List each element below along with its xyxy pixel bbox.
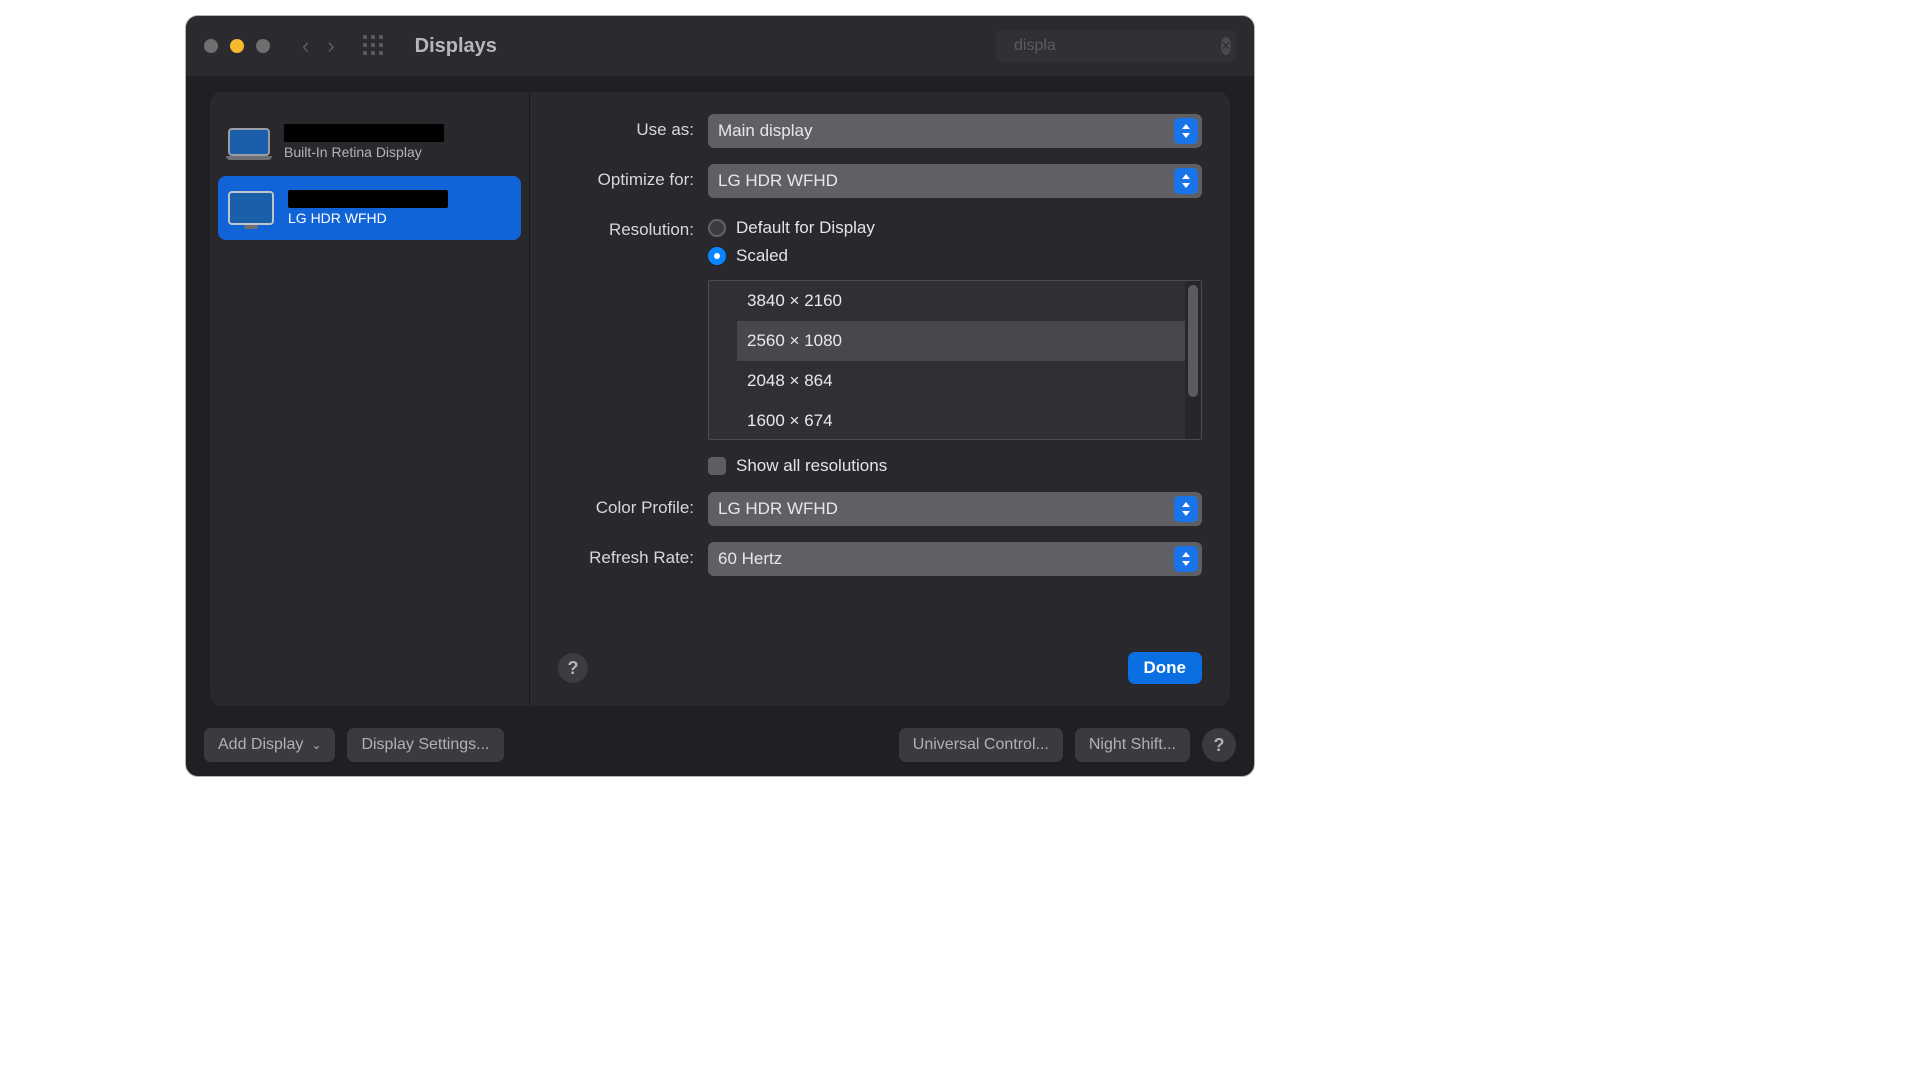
chevron-down-icon: ⌄ xyxy=(311,738,321,752)
optimize-for-value: LG HDR WFHD xyxy=(718,171,838,191)
scroll-thumb[interactable] xyxy=(1188,285,1198,397)
close-window-button[interactable] xyxy=(204,39,218,53)
resolution-option[interactable]: 2560 × 1080 xyxy=(737,321,1185,361)
pane-title: Displays xyxy=(415,35,497,58)
sidebar-display-external[interactable]: LG HDR WFHD xyxy=(218,176,521,240)
search-input[interactable] xyxy=(1014,37,1221,55)
display-subtitle: LG HDR WFHD xyxy=(288,210,448,226)
refresh-rate-label: Refresh Rate: xyxy=(558,542,708,568)
done-button[interactable]: Done xyxy=(1128,652,1203,684)
history-nav: ‹ › xyxy=(302,33,335,59)
resolution-label: Resolution: xyxy=(558,214,708,240)
redacted-name xyxy=(288,190,448,208)
use-as-label: Use as: xyxy=(558,114,708,140)
resolution-default-radio[interactable]: Default for Display xyxy=(708,214,1202,242)
display-settings-button[interactable]: Display Settings... xyxy=(347,728,503,762)
chevron-updown-icon xyxy=(1174,168,1198,194)
clear-search-icon[interactable]: ✕ xyxy=(1221,37,1231,55)
search-field[interactable]: ✕ xyxy=(996,30,1236,62)
chevron-updown-icon xyxy=(1174,496,1198,522)
fullscreen-window-button[interactable] xyxy=(256,39,270,53)
night-shift-button[interactable]: Night Shift... xyxy=(1075,728,1190,762)
scaled-resolution-list: 3840 × 2160 2560 × 1080 2048 × 864 1600 … xyxy=(708,280,1202,440)
window-help-button[interactable]: ? xyxy=(1202,728,1236,762)
show-all-resolutions-label: Show all resolutions xyxy=(736,456,887,476)
back-button[interactable]: ‹ xyxy=(302,33,309,59)
resolution-option[interactable]: 2048 × 864 xyxy=(737,361,1185,401)
chevron-updown-icon xyxy=(1174,118,1198,144)
resolution-scaled-radio[interactable]: Scaled xyxy=(708,242,1202,270)
optimize-for-label: Optimize for: xyxy=(558,164,708,190)
add-display-button[interactable]: Add Display ⌄ xyxy=(204,728,335,762)
color-profile-label: Color Profile: xyxy=(558,492,708,518)
redacted-name xyxy=(284,124,444,142)
optimize-for-popup[interactable]: LG HDR WFHD xyxy=(708,164,1202,198)
use-as-value: Main display xyxy=(718,121,813,141)
show-all-prefs-icon[interactable] xyxy=(363,35,385,57)
use-as-popup[interactable]: Main display xyxy=(708,114,1202,148)
display-subtitle: Built-In Retina Display xyxy=(284,144,444,160)
display-settings-sheet: Built-In Retina Display LG HDR WFHD Use … xyxy=(210,92,1230,706)
color-profile-value: LG HDR WFHD xyxy=(718,499,838,519)
color-profile-popup[interactable]: LG HDR WFHD xyxy=(708,492,1202,526)
minimize-window-button[interactable] xyxy=(230,39,244,53)
traffic-lights xyxy=(204,39,270,53)
sidebar-display-builtin[interactable]: Built-In Retina Display xyxy=(218,110,521,174)
sheet-help-button[interactable]: ? xyxy=(558,653,588,683)
show-all-resolutions-checkbox[interactable] xyxy=(708,457,726,475)
resolution-option[interactable]: 3840 × 2160 xyxy=(737,281,1185,321)
refresh-rate-popup[interactable]: 60 Hertz xyxy=(708,542,1202,576)
resolution-option[interactable]: 1600 × 674 xyxy=(737,401,1185,439)
chevron-updown-icon xyxy=(1174,546,1198,572)
window-bottom-toolbar: Add Display ⌄ Display Settings... Univer… xyxy=(204,728,1236,762)
settings-content: Use as: Main display Optimize for: LG HD… xyxy=(530,92,1230,706)
system-preferences-window: ‹ › Displays ✕ Built-In Retina Display xyxy=(186,16,1254,776)
monitor-display-icon xyxy=(228,191,274,225)
display-sidebar: Built-In Retina Display LG HDR WFHD xyxy=(210,92,530,706)
refresh-rate-value: 60 Hertz xyxy=(718,549,782,569)
forward-button[interactable]: › xyxy=(327,33,334,59)
laptop-display-icon xyxy=(228,128,270,156)
radio-on-icon xyxy=(708,247,726,265)
toolbar: ‹ › Displays ✕ xyxy=(186,16,1254,76)
scrollbar[interactable] xyxy=(1185,281,1201,439)
universal-control-button[interactable]: Universal Control... xyxy=(899,728,1063,762)
radio-off-icon xyxy=(708,219,726,237)
